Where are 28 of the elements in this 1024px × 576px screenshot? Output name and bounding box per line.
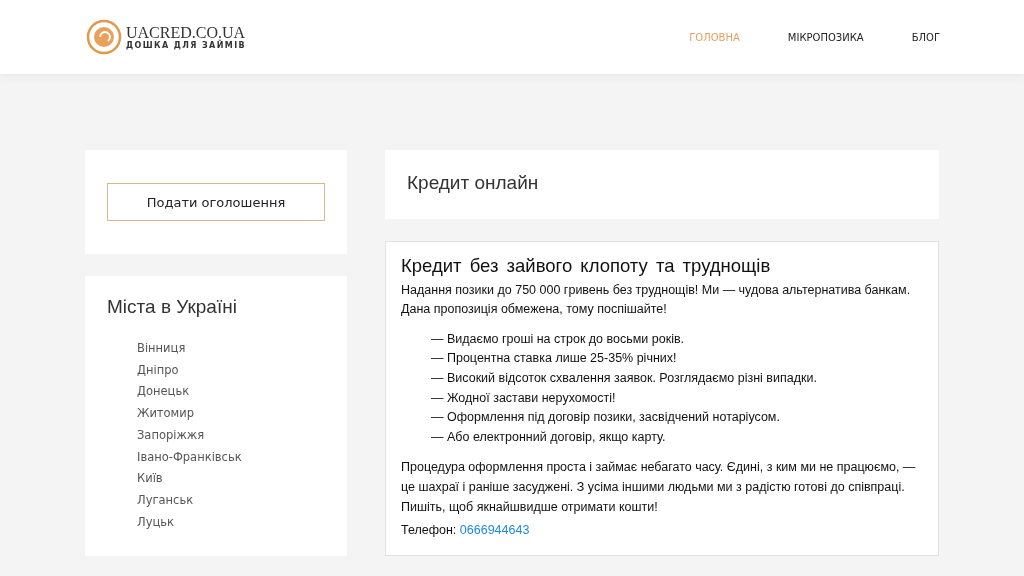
city-link[interactable]: Запоріжжя [137, 424, 325, 447]
list-item: — Видаємо гроші на строк до восьми років. [431, 330, 686, 348]
city-link[interactable]: Дніпро [137, 359, 325, 382]
nav-link[interactable]: БЛОГ [911, 31, 940, 43]
logo-title: UACRED.CO.UA [126, 24, 247, 41]
list-item: — Жодної застави нерухомості! [431, 389, 617, 407]
city-link[interactable]: Житомир [137, 403, 325, 425]
page-title: Кредит онлайн [407, 172, 540, 194]
list-item: — Високий відсоток схвалення заявок. Розглядаємо різні випадки. [431, 369, 818, 387]
city-link[interactable]: Луцьк [137, 511, 325, 534]
city-link[interactable]: Донецьк [137, 381, 325, 404]
outro-paragraph: Процедура оформлення проста і займає небагато часу. Єдині, з ким ми не працюємо, — це шахраї і раніше засуджені. З усіма іншими людьми ми з радістю готові до співпраці. Пишіть, щоб якнайшвидше отримати кошти! [401, 459, 917, 516]
city-link[interactable]: Луганськ [137, 489, 325, 512]
phone-label: Телефон: [401, 523, 457, 538]
list-item: — Оформлення під договір позики, засвідчений нотаріусом. [431, 409, 781, 427]
list-item: — Процентна ставка лише 25-35% річних! [431, 350, 678, 368]
city-link[interactable]: Івано-Франківськ [137, 446, 325, 469]
cities-title: Міста в Україні [107, 296, 238, 318]
phone-link[interactable]: 0666944643 [459, 523, 530, 538]
nav-link[interactable]: МІКРОПОЗИКА [787, 31, 864, 43]
intro-paragraph: Надання позики до 750 000 гривень без труднощів! Ми — чудова альтернатива банкам. Дана пропозиція обмежена, тому поспішайте! [401, 281, 912, 319]
logo-icon [86, 19, 122, 55]
list-item: — Або електронний договір, якщо карту. [431, 428, 667, 446]
post-ad-button[interactable]: Подати оголошення [107, 183, 325, 221]
logo-subtitle: ДОШКА ДЛЯ ЗАЙМІВ [126, 40, 247, 50]
city-link[interactable]: Вінниця [137, 338, 325, 360]
city-link[interactable]: Київ [137, 468, 325, 490]
article-heading: Кредит без зайвого клопоту та труднощів [401, 256, 772, 276]
